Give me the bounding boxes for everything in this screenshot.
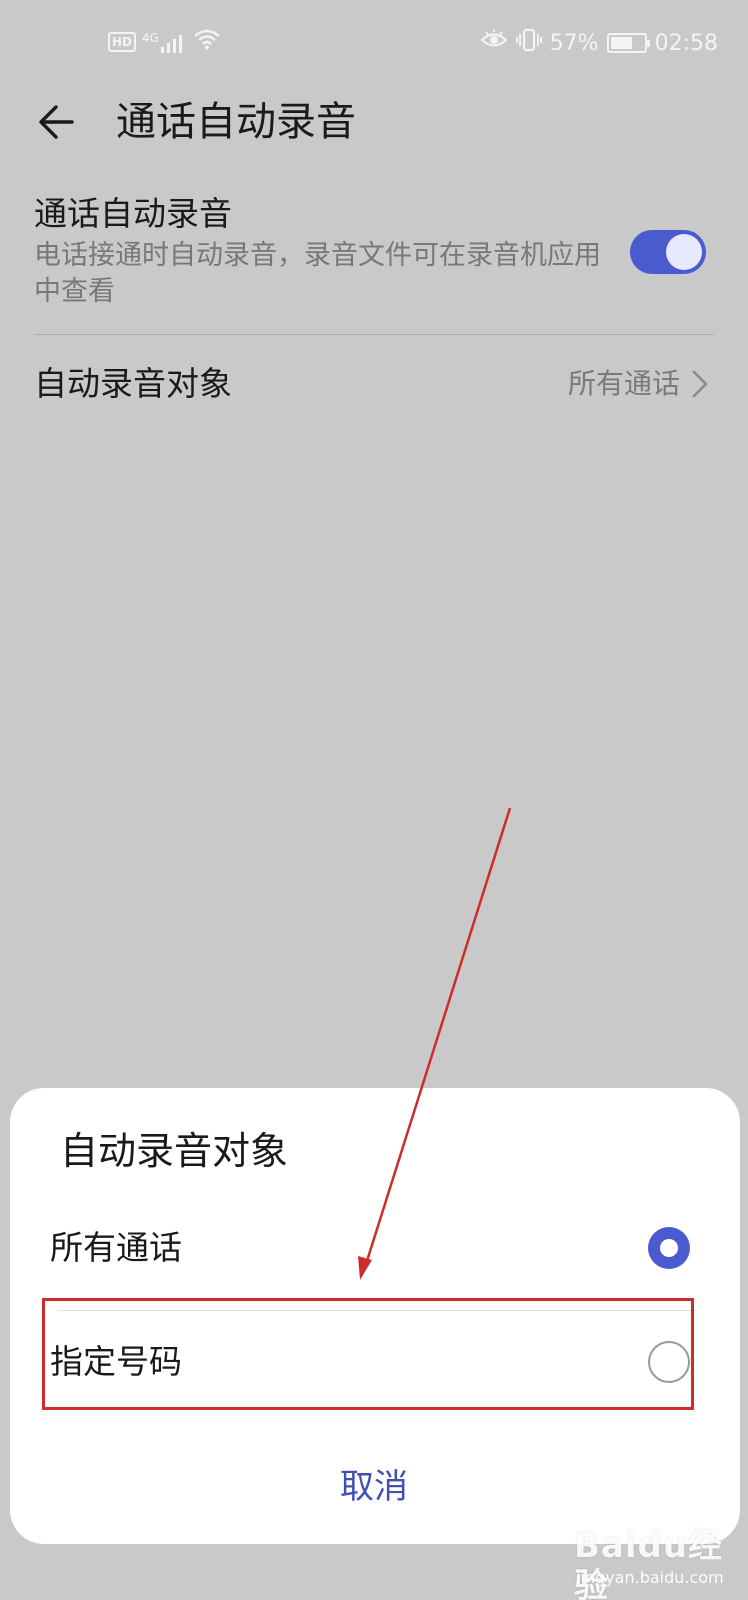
record-target-value: 所有通话 — [567, 367, 680, 400]
hd-badge: HD — [108, 32, 137, 52]
back-button[interactable] — [34, 98, 82, 146]
annotation-highlight-box — [42, 1298, 694, 1410]
network-type-label: 4G — [142, 31, 159, 45]
settings-divider — [34, 334, 714, 335]
clock: 02:58 — [654, 30, 718, 56]
record-target-setting[interactable]: 自动录音对象 所有通话 — [34, 356, 714, 416]
dialog-title: 自动录音对象 — [60, 1129, 289, 1173]
arrow-left-icon — [39, 105, 74, 139]
baidu-jingyan-watermark: Baidu经验 jingyan.baidu.com — [566, 1526, 736, 1600]
radio-dot — [660, 1239, 678, 1257]
status-right-group: 57% 02:58 — [480, 28, 718, 58]
app-bar: 通话自动录音 — [0, 88, 748, 158]
chevron-right-icon — [692, 370, 708, 398]
status-bar: HD 4G 57% 02:58 — [0, 0, 748, 88]
page-title: 通话自动录音 — [116, 99, 356, 145]
vibrate-icon — [515, 28, 542, 58]
status-left-group: HD 4G — [108, 28, 221, 56]
auto-record-title: 通话自动录音 — [34, 194, 232, 233]
toggle-knob — [666, 234, 702, 270]
option-label: 所有通话 — [50, 1228, 182, 1267]
auto-record-setting: 通话自动录音 电话接通时自动录音，录音文件可在录音机应用中查看 — [34, 192, 714, 332]
signal-icon: 4G — [142, 31, 187, 53]
auto-record-toggle[interactable] — [630, 230, 706, 274]
battery-level-fill — [610, 37, 632, 49]
battery-percent: 57% — [549, 30, 599, 56]
radio-selected-icon[interactable] — [648, 1227, 690, 1269]
cancel-button[interactable]: 取消 — [224, 1455, 524, 1519]
watermark-logo: Baidu经验 — [574, 1526, 724, 1600]
auto-record-description: 电话接通时自动录音，录音文件可在录音机应用中查看 — [34, 240, 601, 307]
battery-icon — [606, 33, 650, 53]
option-all-calls[interactable]: 所有通话 — [50, 1212, 690, 1284]
watermark-url: jingyan.baidu.com — [576, 1568, 724, 1587]
eye-comfort-icon — [480, 29, 508, 57]
wifi-icon — [193, 28, 221, 56]
